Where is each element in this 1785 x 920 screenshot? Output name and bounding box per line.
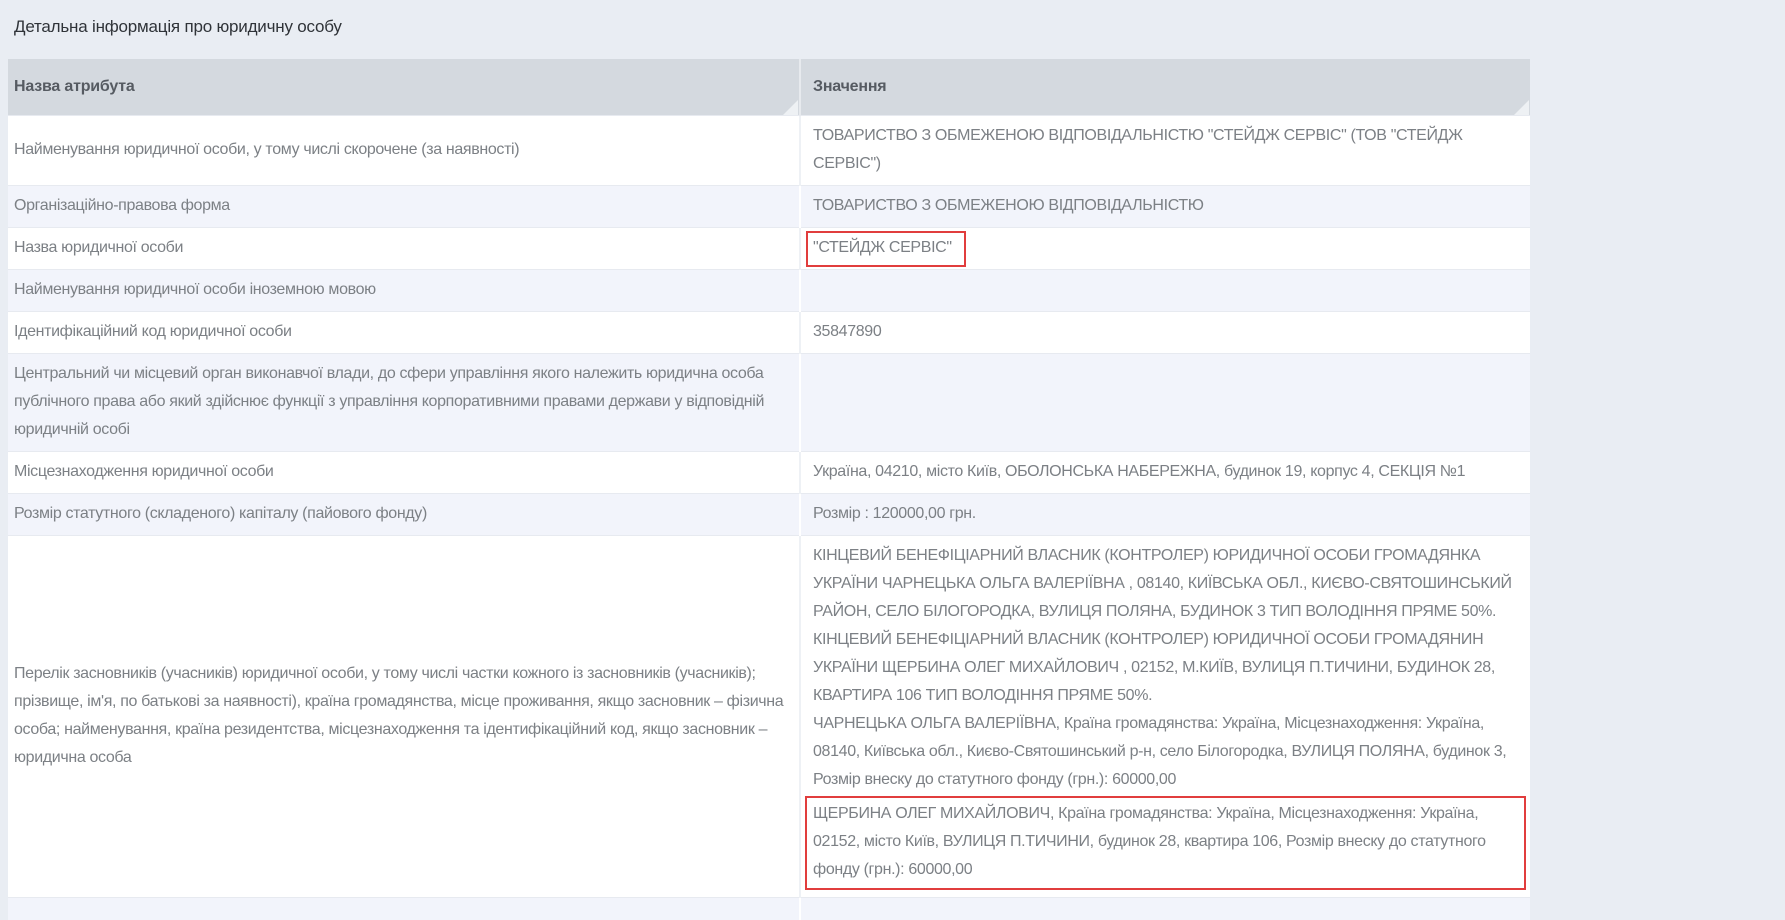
table-body: Найменування юридичної особи, у тому чис…: [8, 115, 1530, 920]
attribute-value-cell: [800, 269, 1530, 311]
column-header-attribute-name[interactable]: Назва атрибута: [8, 59, 800, 115]
table-row: Розмір статутного (складеного) капіталу …: [8, 493, 1530, 535]
attribute-value-cell: Розмір : 120000,00 грн.: [800, 493, 1530, 535]
founder-paragraph: КІНЦЕВИЙ БЕНЕФІЦІАРНИЙ ВЛАСНИК (КОНТРОЛЕ…: [813, 542, 1522, 626]
attribute-name-cell: Перелік засновників (учасників) юридично…: [8, 535, 800, 897]
founder-paragraph: ЧАРНЕЦЬКА ОЛЬГА ВАЛЕРІЇВНА, Країна грома…: [813, 710, 1522, 794]
attribute-value-cell: [800, 353, 1530, 451]
table-header-row: Назва атрибута Значення: [8, 59, 1530, 115]
legal-entity-detail-page: Детальна інформація про юридичну особу Н…: [0, 0, 1785, 920]
table-row: Найменування юридичної особи, у тому чис…: [8, 115, 1530, 185]
founder-paragraph-highlighted: ЩЕРБИНА ОЛЕГ МИХАЙЛОВИЧ, Країна громадян…: [805, 796, 1526, 890]
attribute-name-cell: Розмір статутного (складеного) капіталу …: [8, 493, 800, 535]
attributes-table: Назва атрибута Значення Найменування юри…: [8, 59, 1530, 920]
attribute-value-cell: 35847890: [800, 311, 1530, 353]
table-row: Найменування юридичної особи іноземною м…: [8, 269, 1530, 311]
attribute-value-cell: КІНЦЕВИЙ БЕНЕФІЦІАРНИЙ ВЛАСНИК (КОНТРОЛЕ…: [800, 535, 1530, 897]
table-row: Ідентифікаційний код юридичної особи3584…: [8, 311, 1530, 353]
table-row: Перелік засновників (учасників) юридично…: [8, 535, 1530, 897]
column-resize-grip-icon[interactable]: [1514, 100, 1529, 115]
table-row: [8, 897, 1530, 920]
attribute-name-cell: Ідентифікаційний код юридичної особи: [8, 311, 800, 353]
table-header: Назва атрибута Значення: [8, 59, 1530, 115]
attribute-name-cell: Найменування юридичної особи, у тому чис…: [8, 115, 800, 185]
highlighted-value: "СТЕЙДЖ СЕРВІС": [806, 231, 966, 267]
attribute-name-cell: Місцезнаходження юридичної особи: [8, 451, 800, 493]
attribute-value-cell: ТОВАРИСТВО З ОБМЕЖЕНОЮ ВІДПОВІДАЛЬНІСТЮ …: [800, 115, 1530, 185]
table-row: Назва юридичної особи"СТЕЙДЖ СЕРВІС": [8, 227, 1530, 269]
table-row: Організаційно-правова формаТОВАРИСТВО З …: [8, 185, 1530, 227]
attribute-name-cell: Організаційно-правова форма: [8, 185, 800, 227]
table-row: Центральний чи місцевий орган виконавчої…: [8, 353, 1530, 451]
column-resize-grip-icon[interactable]: [783, 100, 798, 115]
attribute-value-cell: ТОВАРИСТВО З ОБМЕЖЕНОЮ ВІДПОВІДАЛЬНІСТЮ: [800, 185, 1530, 227]
column-header-value[interactable]: Значення: [800, 59, 1530, 115]
attribute-value-cell: "СТЕЙДЖ СЕРВІС": [800, 227, 1530, 269]
attribute-name-cell: Найменування юридичної особи іноземною м…: [8, 269, 800, 311]
page-title: Детальна інформація про юридичну особу: [0, 0, 1785, 38]
attribute-name-cell: [8, 897, 800, 920]
attribute-value-cell: [800, 897, 1530, 920]
table-row: Місцезнаходження юридичної особиУкраїна,…: [8, 451, 1530, 493]
attribute-value-cell: Україна, 04210, місто Київ, ОБОЛОНСЬКА Н…: [800, 451, 1530, 493]
founder-paragraph: КІНЦЕВИЙ БЕНЕФІЦІАРНИЙ ВЛАСНИК (КОНТРОЛЕ…: [813, 626, 1522, 710]
attribute-name-cell: Центральний чи місцевий орган виконавчої…: [8, 353, 800, 451]
attribute-name-cell: Назва юридичної особи: [8, 227, 800, 269]
